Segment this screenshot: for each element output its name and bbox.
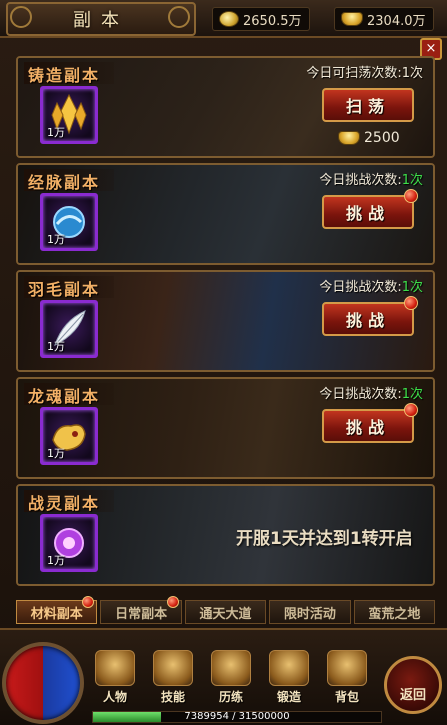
attempts-value: 1次 [401, 66, 423, 81]
dungeon-name: 龙魂副本 [24, 383, 115, 406]
tab-label: 蛮荒之地 [368, 606, 421, 622]
item-quantity: 1万 [47, 447, 65, 460]
menu-label: 锻造 [276, 690, 301, 704]
menu-character-button[interactable]: 人物 [88, 650, 142, 708]
dungeon-name: 经脉副本 [24, 169, 115, 192]
tab-wild-land[interactable]: 蛮荒之地 [353, 600, 436, 624]
item-quantity: 1万 [47, 340, 65, 353]
dungeon-panel-forge: 铸造副本 1万 今日可扫荡次数:1次 扫荡 2500 [16, 56, 435, 158]
menu-label: 人物 [102, 690, 127, 704]
item-quantity: 1万 [47, 126, 65, 139]
page-title: 副本 [73, 10, 129, 31]
menu-label: 技能 [160, 690, 185, 704]
tab-material-dungeon[interactable]: 材料副本 [16, 596, 98, 624]
dungeon-name: 战灵副本 [24, 490, 115, 513]
item-quantity: 1万 [47, 233, 65, 246]
skill-book-icon [153, 650, 193, 686]
coin-currency: 2650.5万 [212, 7, 310, 31]
menu-backpack-button[interactable]: 背包 [320, 650, 374, 708]
notification-dot-icon [404, 189, 418, 203]
ingot-icon [338, 131, 360, 145]
back-button[interactable]: 返回 [384, 656, 442, 714]
attempts-line: 今日可扫荡次数:1次 [306, 62, 423, 81]
cost-amount: 2500 [364, 130, 400, 146]
notification-dot-icon [404, 403, 418, 417]
attempts-label: 今日挑战次数: [319, 387, 402, 402]
notification-dot-icon [82, 596, 95, 608]
tab-label: 通天大道 [199, 606, 252, 622]
challenge-button[interactable]: 挑战 [322, 302, 414, 336]
dungeon-reward-slot[interactable]: 1万 [40, 300, 98, 358]
attempts-label: 今日挑战次数: [319, 280, 402, 295]
notification-dot-icon [404, 296, 418, 310]
dungeon-reward-slot[interactable]: 1万 [40, 193, 98, 251]
anvil-icon [269, 650, 309, 686]
category-tabs: 材料副本 日常副本 通天大道 限时活动 蛮荒之地 [16, 596, 436, 626]
unlock-requirement: 开服1天并达到1转开启 [236, 529, 413, 549]
attempts-value: 1次 [401, 280, 423, 295]
hp-mp-orb-icon [2, 642, 84, 724]
menu-skill-button[interactable]: 技能 [146, 650, 200, 708]
item-quantity: 1万 [47, 554, 65, 567]
attempts-value: 1次 [401, 387, 423, 402]
ingot-currency: 2304.0万 [334, 7, 434, 31]
tab-label: 材料副本 [30, 606, 83, 622]
coin-amount: 2650.5万 [243, 13, 302, 29]
dungeon-panel-war-spirit: 战灵副本 1万 开服1天并达到1转开启 [16, 484, 435, 586]
ornament-left-icon [10, 6, 32, 28]
exp-bar: 7389954 / 31500000 [92, 711, 382, 723]
attempts-label: 今日挑战次数: [319, 173, 402, 188]
menu-training-button[interactable]: 历练 [204, 650, 258, 708]
attempts-line: 今日挑战次数:1次 [319, 383, 423, 402]
dungeon-panel-meridian: 经脉副本 1万 今日挑战次数:1次 挑战 [16, 163, 435, 265]
dungeon-name: 羽毛副本 [24, 276, 115, 299]
character-icon [95, 650, 135, 686]
dungeon-reward-slot[interactable]: 1万 [40, 407, 98, 465]
tab-label: 日常副本 [115, 606, 168, 622]
menu-forge-button[interactable]: 锻造 [262, 650, 316, 708]
training-icon [211, 650, 251, 686]
dungeon-reward-slot[interactable]: 1万 [40, 86, 98, 144]
tab-daily-dungeon[interactable]: 日常副本 [100, 596, 182, 624]
exp-text: 7389954 / 31500000 [184, 711, 290, 722]
attempts-line: 今日挑战次数:1次 [319, 276, 423, 295]
attempts-value: 1次 [401, 173, 423, 188]
ingot-amount: 2304.0万 [367, 13, 426, 29]
challenge-button[interactable]: 挑战 [322, 195, 414, 229]
attempts-line: 今日挑战次数:1次 [319, 169, 423, 188]
sweep-button[interactable]: 扫荡 [322, 88, 414, 122]
ingot-icon [341, 12, 363, 26]
backpack-icon [327, 650, 367, 686]
dungeon-reward-slot[interactable]: 1万 [40, 514, 98, 572]
menu-label: 背包 [334, 690, 359, 704]
tab-label: 限时活动 [283, 606, 336, 622]
dungeon-panel-dragon-soul: 龙魂副本 1万 今日挑战次数:1次 挑战 [16, 377, 435, 479]
tab-tongtian-road[interactable]: 通天大道 [184, 600, 267, 624]
top-bar: 副本 2650.5万 2304.0万 [0, 0, 447, 38]
dungeon-name: 铸造副本 [24, 62, 115, 85]
notification-dot-icon [166, 596, 179, 608]
menu-label: 历练 [218, 690, 243, 704]
ornament-right-icon [168, 6, 190, 28]
sweep-cost: 2500 [338, 130, 400, 146]
attempts-label: 今日可扫荡次数: [306, 66, 402, 81]
tab-limited-event[interactable]: 限时活动 [269, 600, 351, 624]
game-window: 副本 2650.5万 2304.0万 × 铸造副本 1万 今日可扫荡次数:1次 [0, 0, 447, 725]
dungeon-panel-feather: 羽毛副本 1万 今日挑战次数:1次 挑战 [16, 270, 435, 372]
challenge-button[interactable]: 挑战 [322, 409, 414, 443]
coin-icon [219, 11, 239, 27]
